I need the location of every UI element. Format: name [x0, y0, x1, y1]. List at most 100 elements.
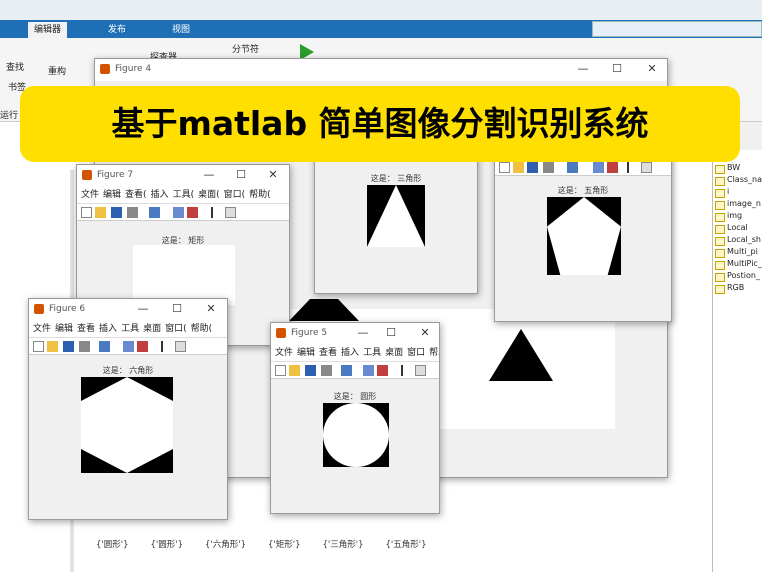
tab-editor[interactable]: 编辑器 [28, 22, 68, 38]
colorbar-icon[interactable] [363, 365, 374, 376]
menu-desktop[interactable]: 桌面 [143, 324, 161, 334]
print-icon[interactable] [543, 162, 554, 173]
pointer-icon[interactable] [627, 162, 638, 173]
new-icon[interactable] [33, 341, 44, 352]
maximize-icon[interactable]: ☐ [233, 168, 249, 182]
figure-5-titlebar[interactable]: Figure 5 — ☐ ✕ [271, 323, 439, 345]
trapezoid-shape [289, 299, 359, 321]
property-icon[interactable] [225, 207, 236, 218]
link-icon[interactable] [149, 207, 160, 218]
workspace-var[interactable]: Class_na [713, 174, 762, 186]
figure-6-titlebar[interactable]: Figure 6 — ☐ ✕ [29, 299, 227, 321]
pointer-icon[interactable] [401, 365, 412, 376]
figure-4-title: Figure 4 [115, 64, 152, 74]
link-icon[interactable] [99, 341, 110, 352]
menu-file[interactable]: 文件 [33, 324, 51, 334]
tab-view[interactable]: 视图 [172, 22, 190, 38]
figure-4-titlebar[interactable]: Figure 4 — ☐ ✕ [95, 59, 667, 81]
menu-tools[interactable]: 工具( [173, 190, 195, 200]
colorbar-icon[interactable] [593, 162, 604, 173]
ribbon-section-break[interactable]: 分节符 [232, 42, 259, 55]
menu-edit[interactable]: 编辑 [103, 190, 121, 200]
minimize-icon[interactable]: — [201, 168, 217, 182]
menu-insert[interactable]: 插入 [341, 348, 359, 358]
menu-tools[interactable]: 工具 [363, 348, 381, 358]
menu-help[interactable]: 帮助( [249, 190, 271, 200]
property-icon[interactable] [415, 365, 426, 376]
legend-icon[interactable] [377, 365, 388, 376]
new-icon[interactable] [81, 207, 92, 218]
ribbon-refactor[interactable]: 重构 [48, 64, 66, 77]
new-icon[interactable] [499, 162, 510, 173]
save-icon[interactable] [527, 162, 538, 173]
menu-view[interactable]: 查看 [319, 348, 337, 358]
open-icon[interactable] [47, 341, 58, 352]
menu-edit[interactable]: 编辑 [55, 324, 73, 334]
ribbon-find[interactable]: 查找 [6, 60, 24, 73]
link-icon[interactable] [567, 162, 578, 173]
menu-view[interactable]: 查看 [77, 324, 95, 334]
menu-window[interactable]: 窗口( [165, 324, 187, 334]
legend-icon[interactable] [607, 162, 618, 173]
menu-desktop[interactable]: 桌面 [385, 348, 403, 358]
menu-desktop[interactable]: 桌面( [198, 190, 220, 200]
save-icon[interactable] [111, 207, 122, 218]
workspace-var[interactable]: BW [713, 162, 762, 174]
new-icon[interactable] [275, 365, 286, 376]
menu-file[interactable]: 文件 [275, 348, 293, 358]
open-icon[interactable] [513, 162, 524, 173]
legend-icon[interactable] [187, 207, 198, 218]
pointer-icon[interactable] [211, 207, 222, 218]
menu-help[interactable]: 帮助( [191, 324, 213, 334]
close-icon[interactable]: ✕ [203, 302, 219, 316]
close-icon[interactable]: ✕ [417, 326, 433, 340]
workspace-var[interactable]: Multi_pi [713, 246, 762, 258]
minimize-icon[interactable]: — [355, 326, 371, 340]
menu-window[interactable]: 窗口 [407, 348, 425, 358]
legend-icon[interactable] [137, 341, 148, 352]
menu-insert[interactable]: 插入 [151, 190, 169, 200]
link-icon[interactable] [341, 365, 352, 376]
minimize-icon[interactable]: — [575, 62, 591, 76]
close-icon[interactable]: ✕ [644, 62, 660, 76]
print-icon[interactable] [127, 207, 138, 218]
menu-view[interactable]: 查看( [125, 190, 147, 200]
workspace-var[interactable]: image_n [713, 198, 762, 210]
colorbar-icon[interactable] [123, 341, 134, 352]
pointer-icon[interactable] [161, 341, 172, 352]
workspace-var[interactable]: RGB [713, 282, 762, 294]
workspace-var[interactable]: Local_sh [713, 234, 762, 246]
result-cell: {'六角形'} [205, 540, 246, 550]
workspace-var[interactable]: MultiPic_ [713, 258, 762, 270]
print-icon[interactable] [79, 341, 90, 352]
figure-5-menubar: 文件编辑查看插入工具桌面窗口帮助 [271, 345, 439, 362]
open-icon[interactable] [95, 207, 106, 218]
workspace-var[interactable]: Local [713, 222, 762, 234]
maximize-icon[interactable]: ☐ [383, 326, 399, 340]
save-icon[interactable] [63, 341, 74, 352]
property-icon[interactable] [175, 341, 186, 352]
menu-edit[interactable]: 编辑 [297, 348, 315, 358]
save-icon[interactable] [305, 365, 316, 376]
property-icon[interactable] [641, 162, 652, 173]
tab-publish[interactable]: 发布 [108, 22, 126, 38]
minimize-icon[interactable]: — [135, 302, 151, 316]
menu-insert[interactable]: 插入 [99, 324, 117, 334]
menu-tools[interactable]: 工具 [121, 324, 139, 334]
maximize-icon[interactable]: ☐ [169, 302, 185, 316]
ribbon-run[interactable]: 运行 [0, 108, 20, 121]
colorbar-icon[interactable] [173, 207, 184, 218]
menu-file[interactable]: 文件 [81, 190, 99, 200]
close-icon[interactable]: ✕ [265, 168, 281, 182]
print-icon[interactable] [321, 365, 332, 376]
menu-window[interactable]: 窗口( [224, 190, 246, 200]
figure-7-titlebar[interactable]: Figure 7 — ☐ ✕ [77, 165, 289, 187]
command-window-output: {'圆形'} {'圆形'} {'六角形'} {'矩形'} {'三角形'} {'五角形'} [96, 538, 449, 550]
workspace-var[interactable]: img [713, 210, 762, 222]
workspace-var[interactable]: i [713, 186, 762, 198]
maximize-icon[interactable]: ☐ [609, 62, 625, 76]
open-icon[interactable] [289, 365, 300, 376]
workspace-var[interactable]: Postion_ [713, 270, 762, 282]
figure-caption: 这是： 圆形 [333, 392, 377, 401]
menu-help[interactable]: 帮助 [429, 348, 439, 358]
